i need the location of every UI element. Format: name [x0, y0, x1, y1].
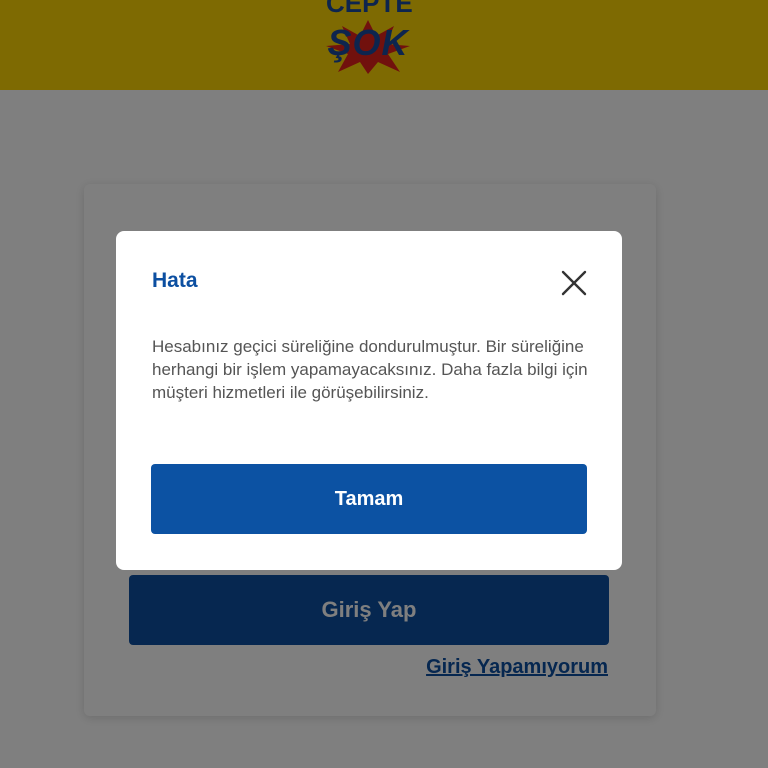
error-dialog: Hata Hesabınız geçici süreliğine donduru…	[116, 231, 622, 570]
dialog-title: Hata	[152, 269, 198, 292]
dialog-message: Hesabınız geçici süreliğine dondurulmuşt…	[152, 337, 588, 402]
ok-button[interactable]: Tamam	[151, 464, 587, 534]
close-icon[interactable]	[560, 269, 588, 297]
